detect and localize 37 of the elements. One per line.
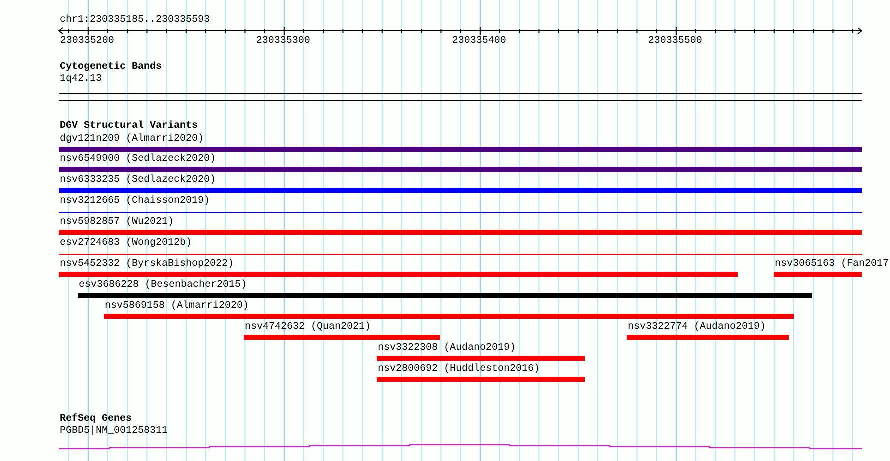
variant-bar[interactable]: [774, 272, 862, 277]
variant-label[interactable]: nsv5982857 (Wu2021): [60, 217, 174, 229]
ruler-tick-label: 230335500: [648, 36, 702, 48]
gene-line[interactable]: [58, 444, 862, 450]
track-title: DGV Structural Variants: [60, 121, 198, 133]
variant-bar[interactable]: [78, 293, 812, 298]
variant-bar[interactable]: [377, 377, 585, 382]
variant-label[interactable]: nsv3212665 (Chaisson2019): [60, 196, 210, 208]
gene-label[interactable]: PGBD5|NM_001258311: [60, 426, 168, 438]
variant-label[interactable]: nsv4742632 (Quan2021): [245, 322, 372, 334]
variant-label[interactable]: nsv3322308 (Audano2019): [378, 343, 516, 355]
variant-bar[interactable]: [59, 230, 862, 235]
variant-label[interactable]: nsv5869158 (Almarri2020): [105, 301, 250, 313]
variant-label[interactable]: nsv5452332 (ByrskaBishop2022): [60, 259, 234, 271]
track-title: RefSeq Genes: [60, 414, 132, 426]
ruler-tick-label: 230335200: [60, 36, 114, 48]
variant-bar[interactable]: [377, 356, 585, 361]
track-title: Cytogenetic Bands: [60, 62, 162, 74]
variant-bar[interactable]: [104, 314, 794, 319]
location-label: chr1:230335185..230335593: [60, 15, 210, 27]
ruler-tick-label: 230335300: [256, 36, 310, 48]
variant-label[interactable]: nsv3322774 (Audano2019): [628, 322, 766, 334]
variant-bar[interactable]: [244, 335, 440, 340]
variant-label[interactable]: nsv6549900 (Sedlazeck2020): [60, 154, 216, 166]
variant-bar[interactable]: [59, 272, 738, 277]
variant-bar[interactable]: [627, 335, 789, 340]
variant-bar[interactable]: [59, 147, 862, 152]
variant-label[interactable]: nsv3065163 (Fan2017: [775, 259, 890, 271]
variant-bar[interactable]: [59, 167, 862, 172]
variant-label[interactable]: nsv2800692 (Huddleston2016): [378, 364, 540, 376]
variant-label[interactable]: esv2724683 (Wong2012b): [60, 238, 192, 250]
variant-bar[interactable]: [59, 188, 862, 193]
ruler-tick-label: 230335400: [452, 36, 506, 48]
band-label: 1q42.13: [60, 74, 102, 86]
variant-label[interactable]: nsv6333235 (Sedlazeck2020): [60, 175, 216, 187]
variant-label[interactable]: dgv121n209 (Almarri2020): [60, 134, 204, 146]
variant-label[interactable]: esv3686228 (Besenbacher2015): [79, 280, 248, 292]
